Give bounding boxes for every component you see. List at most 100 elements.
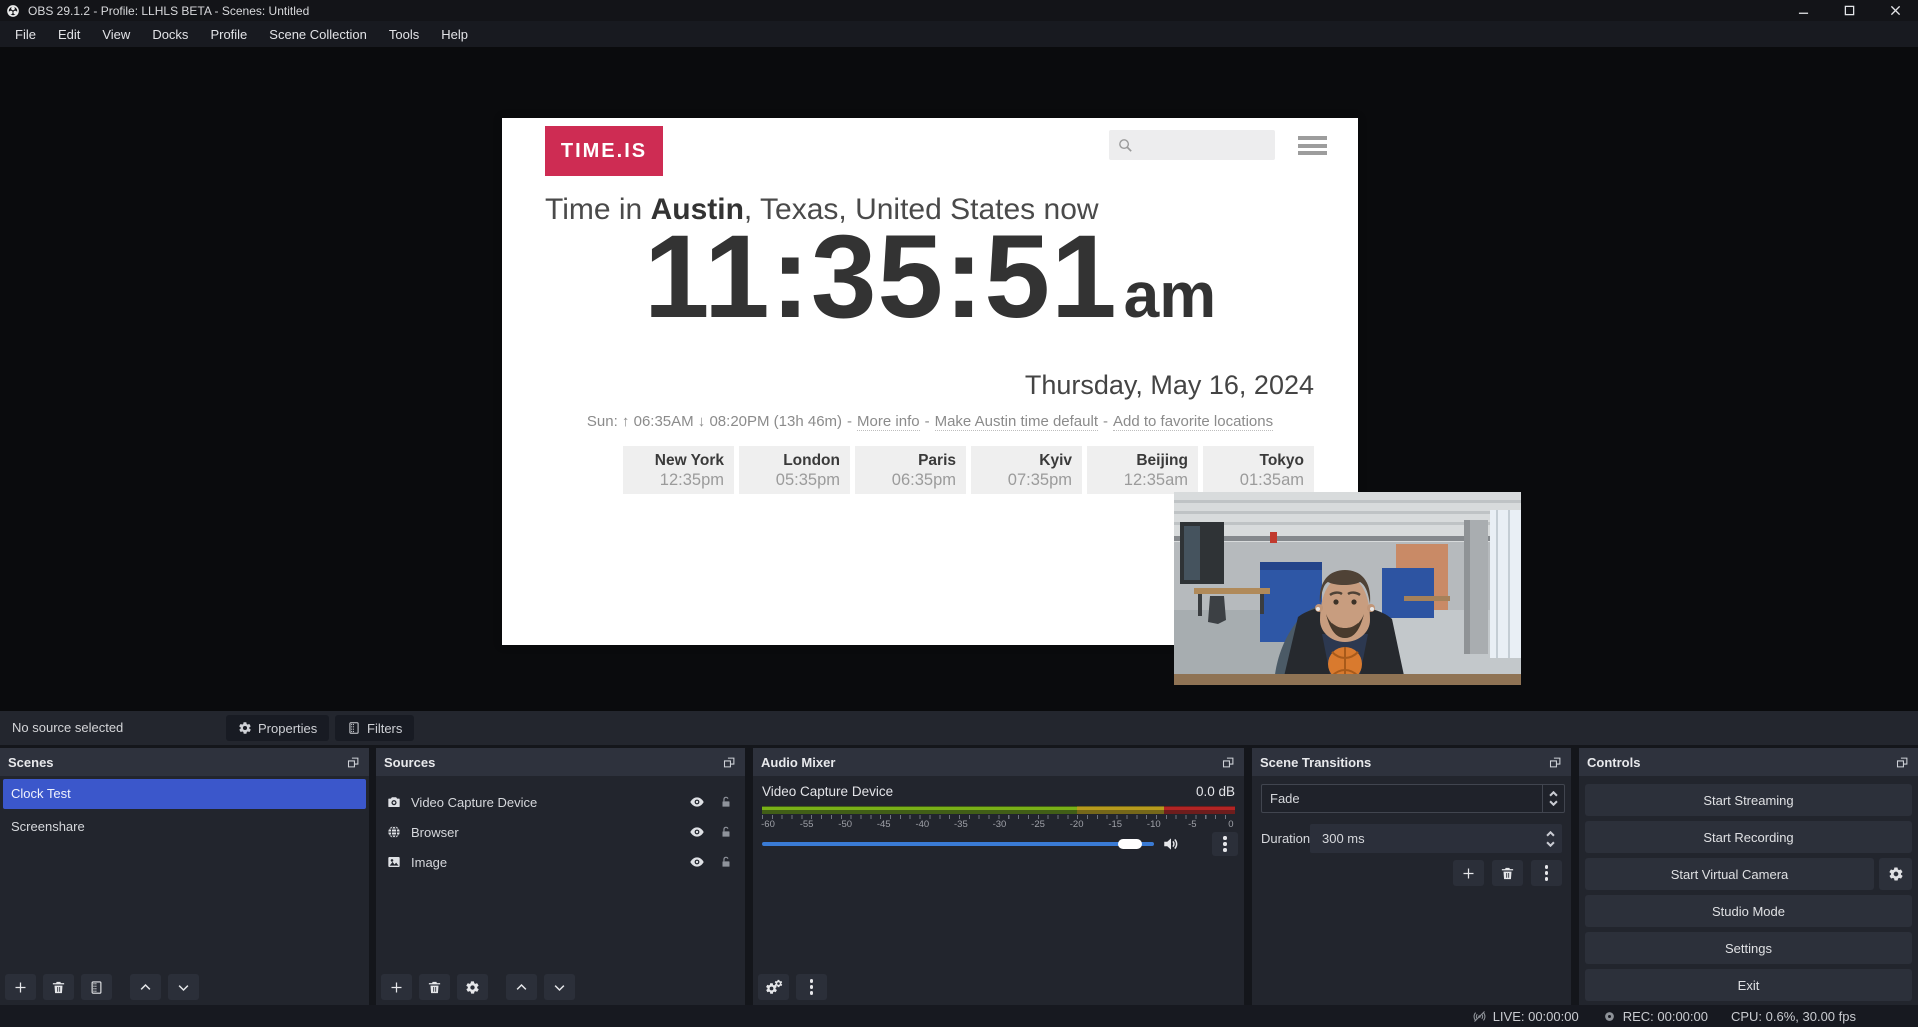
menu-file[interactable]: File <box>4 23 47 46</box>
exit-button[interactable]: Exit <box>1585 969 1912 1001</box>
city-tile: Beijing12:35am <box>1087 446 1198 494</box>
visibility-eye-icon[interactable] <box>689 824 705 840</box>
scene-item-screenshare[interactable]: Screenshare <box>3 812 366 842</box>
remove-scene-button[interactable] <box>43 974 74 1000</box>
current-time: 11:35:51am <box>502 210 1358 363</box>
transition-menu-button[interactable] <box>1531 860 1562 886</box>
lock-icon[interactable] <box>719 855 733 869</box>
sun-info-line: Sun: ↑ 06:35AM ↓ 08:20PM (13h 46m)-More … <box>502 413 1358 430</box>
gears-icon <box>765 979 783 995</box>
city-tile: New York12:35pm <box>623 446 734 494</box>
scene-filters-button[interactable] <box>81 974 112 1000</box>
menu-profile[interactable]: Profile <box>199 23 258 46</box>
virtual-camera-settings-button[interactable] <box>1879 858 1912 890</box>
program-preview[interactable]: TIME.IS Time in Austin, Texas, United St… <box>400 57 1521 688</box>
remove-source-button[interactable] <box>419 974 450 1000</box>
title-bar: OBS 29.1.2 - Profile: LLHLS BETA - Scene… <box>0 0 1918 21</box>
preview-canvas[interactable]: TIME.IS Time in Austin, Texas, United St… <box>0 47 1918 711</box>
add-favorite-link: Add to favorite locations <box>1113 413 1273 431</box>
studio-mode-button[interactable]: Studio Mode <box>1585 895 1912 927</box>
maximize-button[interactable] <box>1826 0 1872 21</box>
start-virtual-camera-button[interactable]: Start Virtual Camera <box>1585 858 1874 890</box>
broadcast-off-icon <box>1472 1009 1487 1024</box>
mixer-channel-name: Video Capture Device <box>762 784 893 799</box>
world-cities-row: New York12:35pm London05:35pm Paris06:35… <box>623 446 1314 494</box>
city-tile: London05:35pm <box>739 446 850 494</box>
more-info-link: More info <box>857 413 920 431</box>
scene-item-clock-test[interactable]: Clock Test <box>3 779 366 809</box>
advanced-audio-button[interactable] <box>758 974 789 1000</box>
sources-panel-header: Sources <box>376 748 745 776</box>
transition-select-arrows[interactable] <box>1542 785 1564 812</box>
gear-icon <box>1888 866 1904 882</box>
spin-up-icon[interactable] <box>1546 831 1555 837</box>
gear-icon <box>238 721 252 735</box>
source-row-browser[interactable]: Browser <box>376 817 745 847</box>
current-date: Thursday, May 16, 2024 <box>1025 370 1314 401</box>
city-tile: Kyiv07:35pm <box>971 446 1082 494</box>
dock-popout-icon[interactable] <box>1895 755 1910 770</box>
meter-scale: -60-55-50-45-40-35-30-25-20-15-10-50 <box>757 819 1242 830</box>
mixer-channel-menu-button[interactable] <box>1212 832 1238 856</box>
filter-icon <box>89 980 104 995</box>
menu-view[interactable]: View <box>91 23 141 46</box>
move-scene-up-button[interactable] <box>130 974 161 1000</box>
gear-icon <box>465 980 480 995</box>
menu-edit[interactable]: Edit <box>47 23 91 46</box>
menu-bar: File Edit View Docks Profile Scene Colle… <box>0 21 1918 47</box>
spin-down-icon[interactable] <box>1546 841 1555 847</box>
start-streaming-button[interactable]: Start Streaming <box>1585 784 1912 816</box>
scene-transitions-panel: Scene Transitions Fade Duration 300 ms <box>1252 748 1571 1005</box>
lock-icon[interactable] <box>719 825 733 839</box>
move-source-up-button[interactable] <box>506 974 537 1000</box>
move-scene-down-button[interactable] <box>168 974 199 1000</box>
rec-timecode: REC: 00:00:00 <box>1623 1009 1708 1024</box>
minimize-button[interactable] <box>1780 0 1826 21</box>
source-properties-button[interactable] <box>457 974 488 1000</box>
lock-icon[interactable] <box>719 795 733 809</box>
dock-popout-icon[interactable] <box>346 755 361 770</box>
dock-popout-icon[interactable] <box>1221 755 1236 770</box>
menu-scene-collection[interactable]: Scene Collection <box>258 23 378 46</box>
add-source-button[interactable] <box>381 974 412 1000</box>
scenes-panel-header: Scenes <box>0 748 369 776</box>
volume-slider[interactable] <box>762 842 1154 846</box>
visibility-eye-icon[interactable] <box>689 854 705 870</box>
start-recording-button[interactable]: Start Recording <box>1585 821 1912 853</box>
move-source-down-button[interactable] <box>544 974 575 1000</box>
speaker-icon[interactable] <box>1162 835 1180 853</box>
transition-selected-value: Fade <box>1262 791 1542 806</box>
menu-help[interactable]: Help <box>430 23 479 46</box>
source-row-video-capture[interactable]: Video Capture Device <box>376 787 745 817</box>
plus-icon <box>1461 866 1476 881</box>
make-default-link: Make Austin time default <box>935 413 1098 431</box>
volume-slider-handle[interactable] <box>1118 839 1142 849</box>
menu-docks[interactable]: Docks <box>141 23 199 46</box>
obs-logo-icon <box>6 4 20 18</box>
visibility-eye-icon[interactable] <box>689 794 705 810</box>
duration-spinbox[interactable]: 300 ms <box>1310 824 1562 853</box>
settings-button[interactable]: Settings <box>1585 932 1912 964</box>
camera-icon <box>386 794 402 810</box>
duration-value: 300 ms <box>1310 831 1538 846</box>
menu-tools[interactable]: Tools <box>378 23 430 46</box>
sources-panel: Sources Video Capture Device Browser Ima… <box>376 748 745 1005</box>
chevron-up-icon <box>1549 791 1558 797</box>
add-transition-button[interactable] <box>1453 860 1484 886</box>
source-row-image[interactable]: Image <box>376 847 745 877</box>
live-timecode: LIVE: 00:00:00 <box>1493 1009 1579 1024</box>
filters-button[interactable]: Filters <box>335 715 414 741</box>
properties-button[interactable]: Properties <box>226 715 329 741</box>
mixer-menu-button[interactable] <box>796 974 827 1000</box>
controls-panel: Controls Start Streaming Start Recording… <box>1579 748 1918 1005</box>
image-icon <box>386 854 402 870</box>
close-button[interactable] <box>1872 0 1918 21</box>
add-scene-button[interactable] <box>5 974 36 1000</box>
hamburger-menu-icon <box>1298 136 1327 155</box>
dock-popout-icon[interactable] <box>722 755 737 770</box>
remove-transition-button[interactable] <box>1492 860 1523 886</box>
dock-popout-icon[interactable] <box>1548 755 1563 770</box>
duration-label: Duration <box>1261 831 1310 846</box>
window-controls <box>1780 0 1918 21</box>
transition-select[interactable]: Fade <box>1261 784 1565 813</box>
